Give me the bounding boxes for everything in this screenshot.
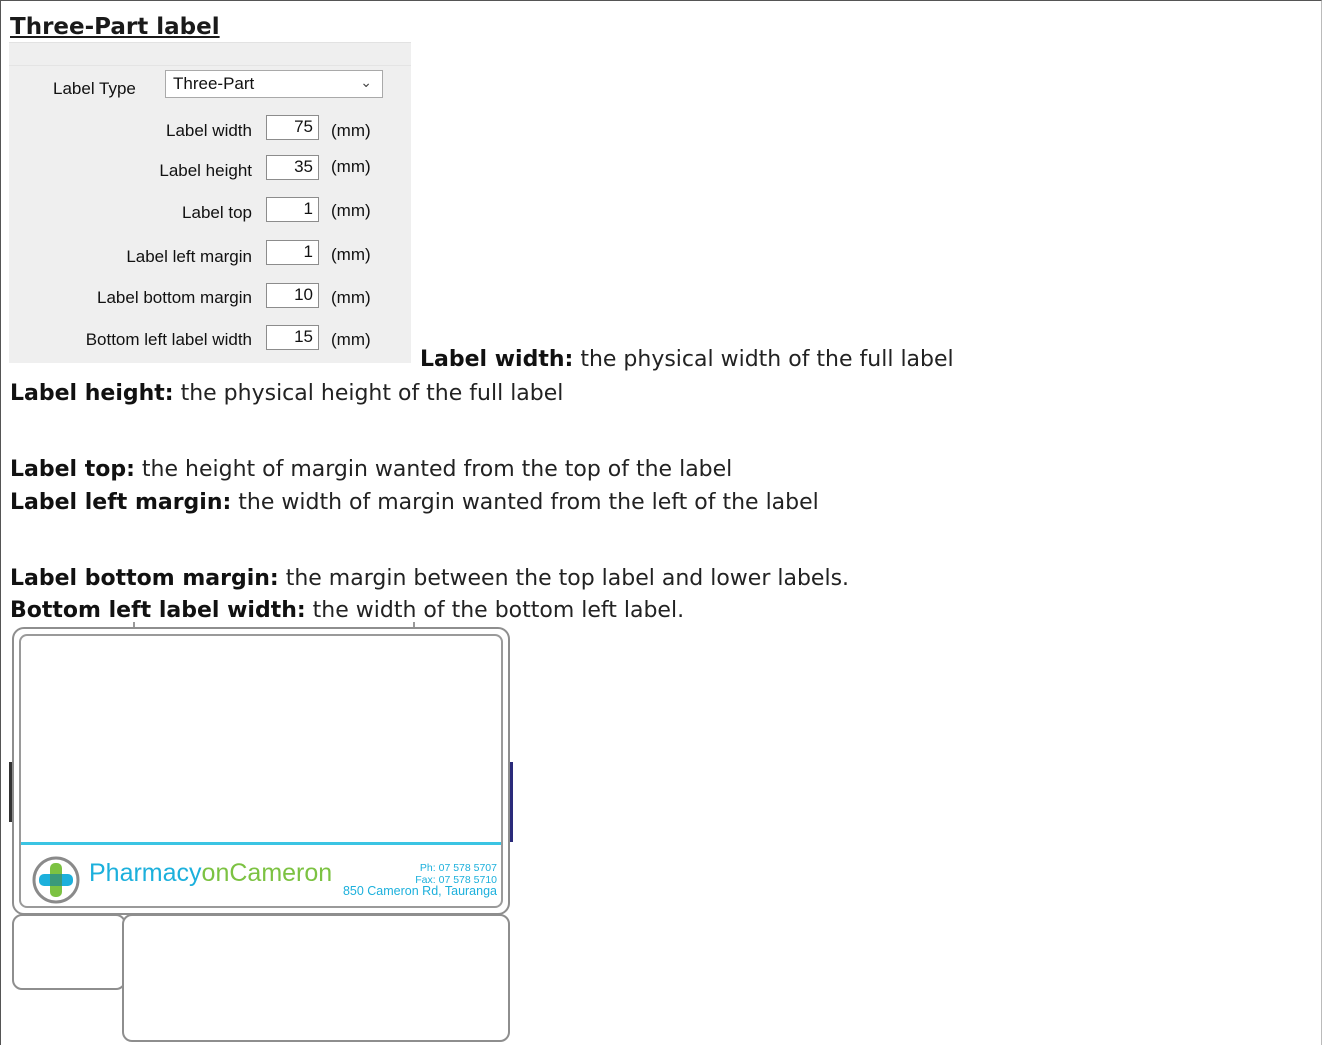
label-illustration: PharmacyonCameron Ph: 07 578 5707 Fax: 0… xyxy=(0,622,520,1046)
bottom-left-label-width-field[interactable]: 15 xyxy=(266,325,319,350)
desc-text: the margin between the top label and low… xyxy=(278,566,850,591)
label-height-field[interactable]: 35 xyxy=(266,155,319,180)
label-top-field[interactable]: 1 xyxy=(266,197,319,222)
desc-label-width: Label width: the physical width of the f… xyxy=(420,347,954,372)
label-height-unit: (mm) xyxy=(331,157,371,176)
desc-label-top: Label top: the height of margin wanted f… xyxy=(10,457,732,482)
pharmacy-address: 850 Cameron Rd, Tauranga xyxy=(342,884,497,898)
label-bottom-margin-unit: (mm) xyxy=(331,288,371,307)
desc-text: the height of margin wanted from the top… xyxy=(134,457,733,482)
label-width-unit: (mm) xyxy=(331,121,371,140)
label-bottom-margin-label: Label bottom margin xyxy=(97,288,252,307)
brand-divider-line xyxy=(21,842,501,845)
desc-term: Label top: xyxy=(10,457,135,482)
brand-part-oncameron: onCameron xyxy=(201,859,333,887)
desc-term: Label width: xyxy=(420,347,574,372)
bottom-left-label xyxy=(12,914,126,990)
desc-text: the width of the bottom left label. xyxy=(305,598,685,623)
desc-term: Label left margin: xyxy=(10,490,232,515)
top-label: PharmacyonCameron Ph: 07 578 5707 Fax: 0… xyxy=(12,627,510,915)
desc-label-left-margin: Label left margin: the width of margin w… xyxy=(10,490,819,515)
label-left-margin-field[interactable]: 1 xyxy=(266,240,319,265)
label-top-unit: (mm) xyxy=(331,201,371,220)
label-settings-panel: Label Type Three-Part ⌄ Label width 75 (… xyxy=(9,42,411,363)
label-width-label: Label width xyxy=(165,121,252,140)
desc-text: the physical width of the full label xyxy=(573,347,954,372)
label-type-label: Label Type xyxy=(53,79,136,98)
panel-divider xyxy=(9,65,411,66)
pharmacy-cross-logo-icon xyxy=(32,856,80,904)
bottom-left-label-width-unit: (mm) xyxy=(331,330,371,349)
pharmacy-phone: Ph: 07 578 5707 xyxy=(419,862,497,874)
chevron-down-icon: ⌄ xyxy=(360,74,372,90)
label-type-select[interactable]: Three-Part ⌄ xyxy=(165,70,383,98)
desc-bottom-left-label-width: Bottom left label width: the width of th… xyxy=(10,598,684,623)
label-width-field[interactable]: 75 xyxy=(266,115,319,140)
desc-text: the physical height of the full label xyxy=(173,381,564,406)
label-type-value: Three-Part xyxy=(173,74,255,93)
page-title: Three-Part label xyxy=(10,14,220,40)
label-left-margin-label: Label left margin xyxy=(126,247,252,266)
label-top-label: Label top xyxy=(182,203,252,222)
pharmacy-contact: Ph: 07 578 5707 Fax: 07 578 5710 850 Cam… xyxy=(342,862,497,898)
label-left-margin-unit: (mm) xyxy=(331,245,371,264)
desc-label-height: Label height: the physical height of the… xyxy=(10,381,563,406)
brand-part-pharmacy: Pharmacy xyxy=(89,859,202,887)
desc-term: Label bottom margin: xyxy=(10,566,279,591)
top-label-inner-border: PharmacyonCameron Ph: 07 578 5707 Fax: 0… xyxy=(19,634,503,908)
edge-mark xyxy=(510,762,513,842)
label-bottom-margin-field[interactable]: 10 xyxy=(266,283,319,308)
desc-term: Label height: xyxy=(10,381,174,406)
desc-label-bottom-margin: Label bottom margin: the margin between … xyxy=(10,566,849,591)
bottom-right-label xyxy=(122,914,510,1042)
pharmacy-brand-name: PharmacyonCameron xyxy=(89,859,332,888)
desc-text: the width of margin wanted from the left… xyxy=(231,490,819,515)
label-height-label: Label height xyxy=(159,161,252,180)
bottom-left-label-width-label: Bottom left label width xyxy=(85,330,252,349)
desc-term: Bottom left label width: xyxy=(10,598,306,623)
